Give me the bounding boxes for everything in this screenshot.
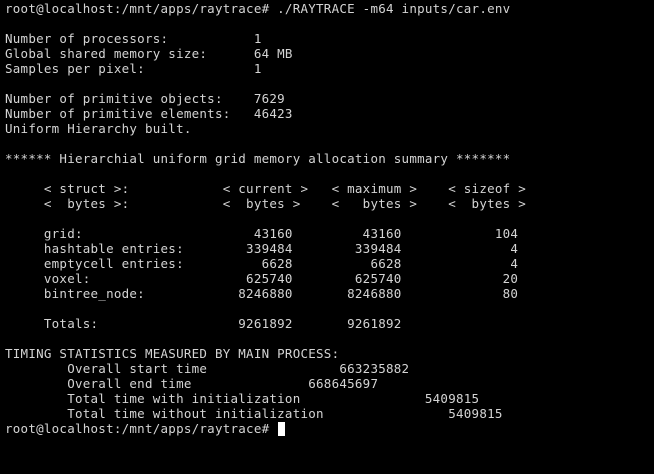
timing-without-init: Total time without initialization 540981… [5,406,503,421]
command-line: root@localhost:/mnt/apps/raytrace# ./RAY… [5,1,511,16]
output-processors: Number of processors: 1 [5,31,262,46]
shell-prompt: root@localhost:/mnt/apps/raytrace# [5,421,278,436]
table-row-grid: grid: 43160 43160 104 [5,226,519,241]
terminal-window[interactable]: root@localhost:/mnt/apps/raytrace# ./RAY… [0,0,654,474]
table-row-bintree: bintree_node: 8246880 8246880 80 [5,286,519,301]
output-shared-memory: Global shared memory size: 64 MB [5,46,293,61]
timing-end: Overall end time 668645697 [5,376,379,391]
prompt-line[interactable]: root@localhost:/mnt/apps/raytrace# [5,421,286,436]
output-hierarchy-built: Uniform Hierarchy built. [5,121,192,136]
table-row-voxel: voxel: 625740 625740 20 [5,271,519,286]
table-header-row: < struct >: < current > < maximum > < si… [5,181,526,196]
summary-heading: ****** Hierarchial uniform grid memory a… [5,151,511,166]
output-prim-elements: Number of primitive elements: 46423 [5,106,293,121]
output-samples: Samples per pixel: 1 [5,61,262,76]
timing-with-init: Total time with initialization 5409815 [5,391,480,406]
table-header-units-row: < bytes >: < bytes > < bytes > < bytes > [5,196,526,211]
timing-heading: TIMING STATISTICS MEASURED BY MAIN PROCE… [5,346,340,361]
table-row-hashtable: hashtable entries: 339484 339484 4 [5,241,519,256]
output-prim-objects: Number of primitive objects: 7629 [5,91,285,106]
timing-start: Overall start time 663235882 [5,361,410,376]
text-cursor [278,422,286,436]
table-row-emptycell: emptycell entries: 6628 6628 4 [5,256,519,271]
table-row-totals: Totals: 9261892 9261892 [5,316,402,331]
